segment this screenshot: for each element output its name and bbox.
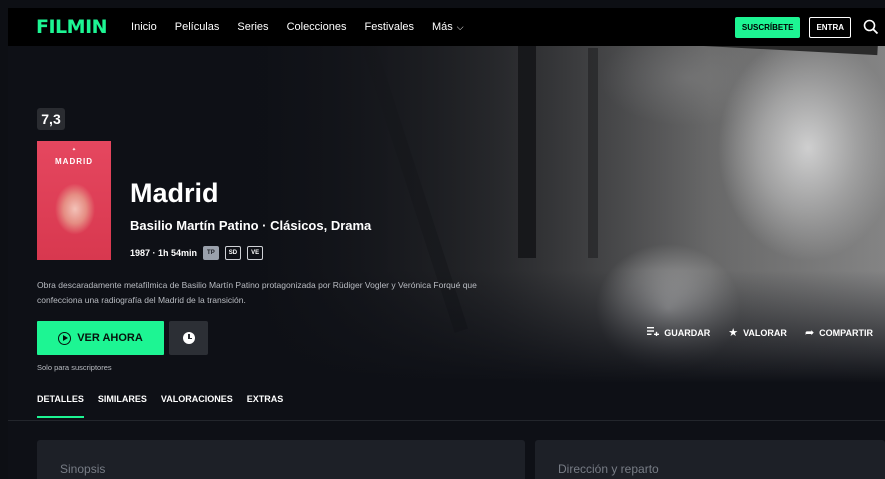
page: FILMIN Inicio Películas Series Coleccion…	[8, 8, 885, 479]
language-badge: VE	[247, 246, 264, 260]
watch-now-button[interactable]: VER AHORA	[37, 321, 164, 355]
movie-description: Obra descaradamente metafílmica de Basil…	[37, 280, 477, 305]
star-icon: ★	[728, 327, 739, 339]
nav-item-inicio[interactable]: Inicio	[131, 21, 157, 33]
quality-badge: SD	[224, 246, 242, 260]
chevron-down-icon: ⌵	[456, 21, 464, 32]
movie-meta: 1987 · 1h 54min TP SD VE	[130, 246, 264, 260]
nav-item-mas-label: Más	[432, 21, 453, 33]
rate-button[interactable]: ★ VALORAR	[728, 326, 787, 339]
nav-item-peliculas[interactable]: Películas	[175, 21, 220, 33]
nav-item-colecciones[interactable]: Colecciones	[287, 21, 347, 33]
synopsis-card: Sinopsis	[37, 440, 525, 479]
save-label: GUARDAR	[664, 327, 711, 338]
tab-detalles[interactable]: DETALLES	[37, 394, 84, 418]
movie-actions: GUARDAR ★ VALORAR ➦ COMPARTIR	[629, 326, 873, 339]
movie-title: Madrid	[130, 178, 219, 208]
movie-subtitle: Basilio Martín Patino · Clásicos, Drama	[130, 218, 372, 233]
detail-tabs: DETALLES SIMILARES VALORACIONES EXTRAS	[37, 394, 297, 418]
tab-similares[interactable]: SIMILARES	[98, 394, 147, 418]
rate-label: VALORAR	[743, 327, 787, 338]
login-button[interactable]: ENTRA	[809, 16, 851, 38]
year-duration: 1987 · 1h 54min	[130, 248, 198, 258]
nav-item-series[interactable]: Series	[237, 21, 268, 33]
main-nav: Inicio Películas Series Colecciones Fest…	[131, 21, 482, 33]
save-button[interactable]: GUARDAR	[647, 326, 710, 339]
nav-item-festivales[interactable]: Festivales	[364, 21, 414, 33]
poster-ornament-icon: ✦	[71, 147, 77, 153]
clock-icon	[182, 332, 195, 344]
top-navigation-bar: FILMIN Inicio Películas Series Coleccion…	[8, 8, 885, 46]
movie-poster[interactable]: ✦ MADRID	[37, 141, 111, 260]
age-rating-badge: TP	[203, 246, 219, 260]
rating-badge: 7,3	[37, 108, 65, 130]
subscribers-only-note: Solo para suscriptores	[37, 363, 112, 372]
share-label: COMPARTIR	[819, 327, 873, 338]
search-icon[interactable]	[863, 19, 879, 35]
playlist-add-icon	[647, 326, 660, 339]
tabs-divider	[8, 420, 885, 421]
poster-title: MADRID	[55, 157, 93, 166]
watch-now-label: VER AHORA	[77, 332, 143, 344]
cast-card-title: Dirección y reparto	[558, 462, 659, 476]
cast-card: Dirección y reparto	[535, 440, 885, 479]
share-arrow-icon: ➦	[804, 327, 815, 339]
filmin-logo[interactable]: FILMIN	[36, 16, 108, 38]
header-actions: SUSCRÍBETE ENTRA	[734, 16, 879, 38]
synopsis-card-title: Sinopsis	[60, 462, 106, 476]
watch-later-button[interactable]	[169, 321, 208, 355]
tab-extras[interactable]: EXTRAS	[247, 394, 284, 418]
tab-valoraciones[interactable]: VALORACIONES	[161, 394, 233, 418]
play-circle-icon	[58, 331, 72, 345]
share-button[interactable]: ➦ COMPARTIR	[805, 326, 873, 339]
nav-item-mas[interactable]: Más ⌵	[432, 21, 464, 33]
subscribe-button[interactable]: SUSCRÍBETE	[734, 16, 801, 38]
